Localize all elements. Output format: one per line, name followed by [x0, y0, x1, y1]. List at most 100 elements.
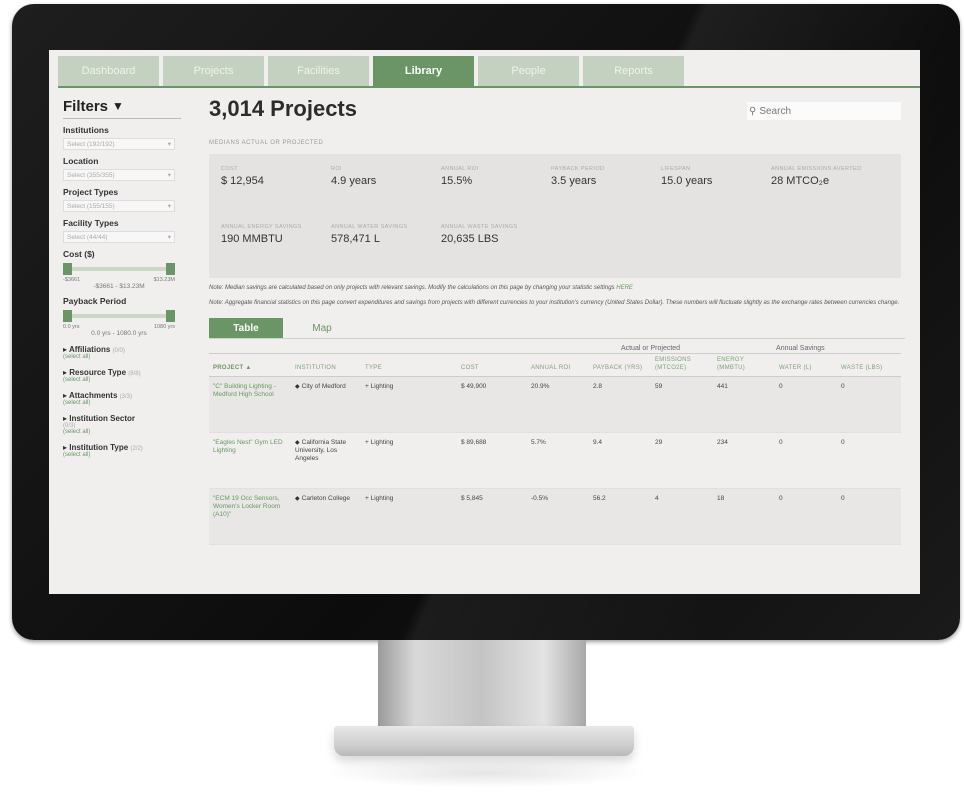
location-select-value: Select (355/355) [67, 171, 115, 179]
waste-cell: 0 [837, 432, 902, 489]
col-annual-roi[interactable]: ANNUAL ROI [527, 353, 589, 377]
project-types-select[interactable]: Select (155/155) ▾ [63, 200, 175, 212]
tab-table[interactable]: Table [209, 318, 283, 338]
cost-slider-track [67, 267, 171, 271]
payback-label: Payback Period [63, 296, 127, 306]
col-payback[interactable]: PAYBACK (YRS) [589, 353, 651, 377]
facility-types-select[interactable]: Select (44/44) ▾ [63, 231, 175, 243]
col-waste[interactable]: WASTE (LBS) [837, 353, 902, 377]
resource-type-expander[interactable]: ▸ Resource Type (8/8) [63, 368, 181, 377]
roi-cell: 20.9% [527, 376, 589, 433]
col-project[interactable]: PROJECT ▲ [209, 353, 291, 377]
stat-emissions-averted: ANNUAL EMISSIONS AVERTED 28 MTCO₂e [771, 166, 881, 187]
tab-reports[interactable]: Reports [583, 56, 684, 86]
location-label: Location [63, 156, 99, 166]
chevron-down-icon: ▾ [167, 203, 171, 210]
cost-cell: $ 49,900 [457, 376, 527, 433]
screen: Dashboard Projects Facilities Library Pe… [49, 50, 920, 594]
project-link[interactable]: "C" Building Lighting - Medford High Sch… [213, 383, 276, 398]
stat-label: LIFESPAN [661, 166, 691, 172]
tab-dashboard[interactable]: Dashboard [58, 56, 159, 86]
institution-sector-expander[interactable]: ▸ Institution Sector [63, 414, 181, 423]
payback-slider-max-handle[interactable] [166, 310, 175, 322]
payback-cell: 2.8 [589, 376, 651, 433]
col-energy[interactable]: ENERGY (MMBTU) [713, 353, 776, 377]
stats-panel: COST $ 12,954 ROI 4.9 years ANNUAL ROI 1… [209, 154, 901, 278]
project-link[interactable]: "ECM 19 Occ Sensors, Women's Locker Room… [213, 495, 280, 518]
institution-sector-select-all[interactable]: (select all) [63, 429, 181, 435]
attachments-select-all[interactable]: (select all) [63, 400, 181, 406]
monitor-stand-neck [378, 640, 586, 728]
tab-facilities[interactable]: Facilities [268, 56, 369, 86]
roi-cell: 5.7% [527, 432, 589, 489]
resource-type-count: (8/8) [128, 371, 141, 377]
col-cost[interactable]: COST [457, 353, 527, 377]
col-water[interactable]: WATER (L) [775, 353, 838, 377]
payback-slider[interactable] [63, 310, 175, 322]
cost-slider[interactable] [63, 263, 175, 275]
waste-cell: 0 [837, 488, 902, 545]
monitor-stand-base [334, 726, 634, 756]
stat-label: ANNUAL WASTE SAVINGS [441, 224, 518, 230]
main-content: 3,014 Projects ⚲ Search MEDIANS ACTUAL O… [209, 96, 905, 545]
tab-underline [58, 86, 920, 88]
project-types-label: Project Types [63, 187, 119, 197]
institutions-label: Institutions [63, 125, 109, 135]
affiliations-select-all[interactable]: (select all) [63, 354, 181, 360]
payback-slider-min-handle[interactable] [63, 310, 72, 322]
filters-heading: Filters ▼ [63, 96, 181, 116]
facility-types-label: Facility Types [63, 218, 119, 228]
statistic-settings-link[interactable]: HERE [616, 285, 633, 291]
group-header-row: Actual or Projected Annual Savings [209, 339, 901, 354]
stat-label: ANNUAL ENERGY SAVINGS [221, 224, 302, 230]
cost-cell: $ 89,688 [457, 432, 527, 489]
institution-type-label: Institution Type [69, 443, 129, 452]
tab-projects[interactable]: Projects [163, 56, 264, 86]
chevron-down-icon: ▾ [167, 172, 171, 179]
facility-types-select-value: Select (44/44) [67, 233, 108, 241]
payback-max: 1080 yrs [153, 324, 175, 330]
affiliations-expander[interactable]: ▸ Affiliations (0/0) [63, 345, 181, 354]
stat-roi: ROI 4.9 years [331, 166, 376, 187]
payback-slider-track [67, 314, 171, 318]
waste-cell: 0 [837, 376, 902, 433]
median-note-text: Note: Median savings are calculated base… [209, 285, 615, 291]
institution-name: Carleton College [301, 495, 351, 502]
institution-type-expander[interactable]: ▸ Institution Type (2/2) [63, 443, 181, 452]
institution-icon: ◆ [295, 496, 300, 502]
attachments-label: Attachments [68, 391, 118, 400]
attachments-count: (3/3) [119, 394, 132, 400]
top-nav-tabs: Dashboard Projects Facilities Library Pe… [58, 56, 684, 86]
table-row[interactable]: "C" Building Lighting - Medford High Sch… [209, 376, 902, 433]
location-select[interactable]: Select (355/355) ▾ [63, 169, 175, 181]
institution-type-select-all[interactable]: (select all) [63, 452, 181, 458]
institution-name: California State University, Los Angeles [295, 439, 347, 462]
emissions-cell: 59 [651, 376, 713, 433]
col-type[interactable]: TYPE [361, 353, 457, 377]
project-type: + Lighting [361, 432, 457, 489]
filters-sidebar: Filters ▼ Institutions Select (192/192) … [63, 96, 181, 458]
tab-people[interactable]: People [478, 56, 579, 86]
project-link[interactable]: "Eagles Nest" Gym LED Lighting [213, 439, 283, 454]
tab-map[interactable]: Map [283, 318, 361, 338]
stat-value: 4.9 years [331, 175, 377, 187]
attachments-expander[interactable]: ▸ Attachments (3/3) [63, 391, 181, 400]
tab-library[interactable]: Library [373, 56, 474, 86]
col-institution[interactable]: INSTITUTION [291, 353, 361, 377]
institutions-select[interactable]: Select (192/192) ▾ [63, 138, 175, 150]
search-input[interactable]: ⚲ Search [747, 102, 901, 120]
stat-payback-period: PAYBACK PERIOD 3.5 years [551, 166, 604, 187]
table-row[interactable]: "Eagles Nest" Gym LED Lighting ◆ Californ… [209, 432, 902, 489]
affiliations-label: Affiliations [68, 345, 111, 354]
cost-slider-max-handle[interactable] [166, 263, 175, 275]
view-toggle: Table Map [209, 318, 905, 339]
cost-slider-min-handle[interactable] [63, 263, 72, 275]
payback-range: 0.0 yrs - 1080.0 yrs [91, 330, 147, 337]
col-emissions[interactable]: EMISSIONS (MTCO2E) [651, 353, 713, 377]
table-row[interactable]: "ECM 19 Occ Sensors, Women's Locker Room… [209, 488, 902, 545]
stat-waste-savings: ANNUAL WASTE SAVINGS 20,635 LBS [441, 224, 541, 245]
resource-type-select-all[interactable]: (select all) [63, 377, 181, 383]
stat-value: 3.5 years [551, 175, 597, 187]
filters-title: Filters [63, 97, 109, 115]
stat-label: ANNUAL WATER SAVINGS [331, 224, 408, 230]
